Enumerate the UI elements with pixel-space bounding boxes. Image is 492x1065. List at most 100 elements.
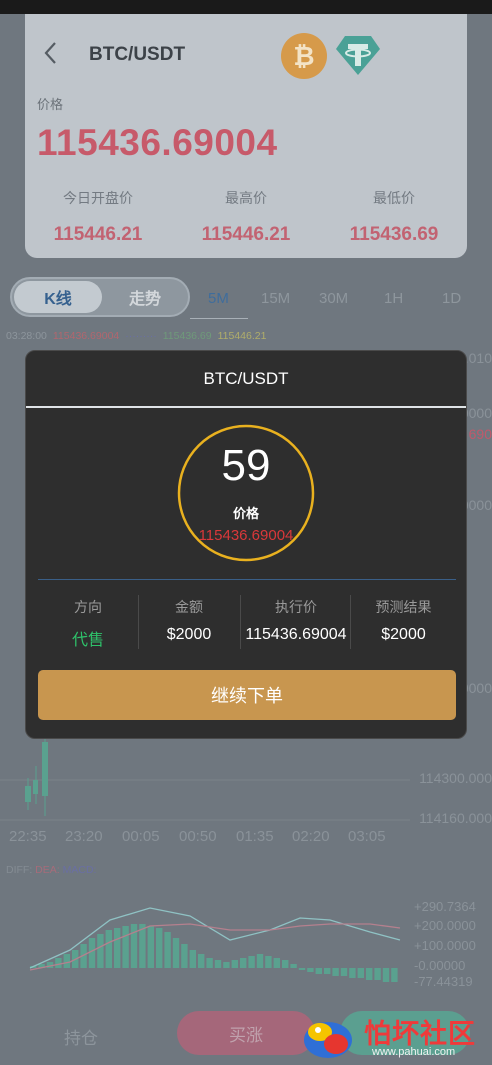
macd-bar xyxy=(357,968,364,978)
stat-high: 最高价 115446.21 xyxy=(171,188,321,246)
candle xyxy=(33,780,38,794)
macd-bar xyxy=(248,956,255,968)
macd-y-5: -77.44319 xyxy=(414,974,473,989)
result-label: 预测结果 xyxy=(375,599,432,615)
watermark: 怕坏社区 www.pahuai.com xyxy=(298,1010,492,1065)
current-price: 115436.69004 xyxy=(37,122,278,163)
modal-price: 115436.69004 xyxy=(198,527,294,544)
macd-bar xyxy=(315,968,322,974)
stat-open-label: 今日开盘价 xyxy=(63,190,133,206)
stat-high-value: 115446.21 xyxy=(201,224,291,245)
y-tick-1: .010 xyxy=(464,350,492,366)
macd-bar xyxy=(290,964,297,968)
legend-ma4: 115446.21 xyxy=(217,330,267,342)
stat-open-value: 115446.21 xyxy=(53,224,143,245)
col-amount: 金额 $2000 xyxy=(139,597,239,644)
modal-title: BTC/USDT xyxy=(203,369,289,388)
countdown-seconds: 59 xyxy=(221,441,271,490)
macd-bar xyxy=(181,944,188,968)
amount-label: 金额 xyxy=(175,599,203,615)
x-tick-3: 00:05 xyxy=(122,828,160,845)
macd-bar xyxy=(63,954,70,968)
exec-price-label: 执行价 xyxy=(275,599,317,615)
macd-bar xyxy=(55,958,62,968)
macd-y-1: +290.7364 xyxy=(414,899,476,914)
direction-label: 方向 xyxy=(74,599,102,615)
macd-y-2: +200.0000 xyxy=(414,918,476,933)
x-tick-5: 01:35 xyxy=(236,828,274,845)
y-tick-3: 690 xyxy=(468,426,492,442)
stat-low: 最低价 115436.69 xyxy=(319,188,469,246)
buy-up-button[interactable]: 买涨 xyxy=(177,1011,315,1055)
amount-value: $2000 xyxy=(166,626,212,643)
macd-bar xyxy=(307,968,314,972)
legend-ma3: 115436.69 xyxy=(162,330,212,342)
timeframe-underline xyxy=(190,318,248,319)
kline-chart xyxy=(0,738,410,821)
macd-bar xyxy=(374,968,381,980)
direction-value: 代售 xyxy=(71,632,104,649)
timeframe-5m[interactable]: 5M xyxy=(208,290,229,307)
col-exec-price: 执行价 115436.69004 xyxy=(241,597,351,644)
result-value: $2000 xyxy=(381,626,426,643)
macd-chart xyxy=(29,907,401,982)
modal-divider xyxy=(38,579,456,580)
candle xyxy=(42,742,48,796)
exec-price-value: 115436.69004 xyxy=(245,626,347,643)
market-header-card: BTC/USDT ₿ 价格 115436.69004 今日开盘价 115446.… xyxy=(25,14,467,258)
macd-bar xyxy=(265,956,272,968)
macd-bar xyxy=(164,932,171,968)
watermark-logo xyxy=(304,1022,352,1058)
modal-title-divider xyxy=(26,406,466,408)
macd-bar xyxy=(366,968,373,980)
col-result: 预测结果 $2000 xyxy=(351,597,456,644)
tab-kline[interactable]: K线 xyxy=(14,281,102,313)
macd-bar xyxy=(332,968,339,976)
timeframe-15m[interactable]: 15M xyxy=(261,290,290,307)
macd-bar xyxy=(240,958,247,968)
legend-ma2: ········· xyxy=(125,330,157,342)
diff-label: DIFF: xyxy=(6,864,33,876)
macd-bar xyxy=(382,968,390,982)
macd-bar xyxy=(172,938,180,968)
macd-label: MACD: xyxy=(62,864,97,876)
continue-order-button[interactable]: 继续下单 xyxy=(38,670,456,720)
status-bar xyxy=(0,0,492,14)
bitcoin-icon: ₿ xyxy=(281,33,327,79)
macd-bar xyxy=(114,928,121,968)
macd-bar xyxy=(122,926,129,968)
macd-bar xyxy=(340,968,348,976)
macd-bar xyxy=(105,930,112,968)
macd-bar xyxy=(198,954,205,968)
macd-bar xyxy=(391,968,398,982)
timeframe-30m[interactable]: 30M xyxy=(319,290,348,307)
macd-bar xyxy=(231,960,238,968)
candle xyxy=(25,786,31,802)
stat-low-value: 115436.69 xyxy=(349,224,439,245)
x-tick-1: 22:35 xyxy=(9,828,47,845)
order-result-modal: BTC/USDT 59 价格 115436.69004 方向 代售 金额 $20… xyxy=(25,350,467,739)
macd-bar xyxy=(349,968,356,978)
tether-icon xyxy=(336,36,380,75)
macd-bar xyxy=(256,954,264,968)
tab-trend[interactable]: 走势 xyxy=(104,281,186,313)
dea-label: DEA: xyxy=(35,864,60,876)
back-icon[interactable] xyxy=(39,38,63,68)
legend-ma1: 115436.69004 xyxy=(52,330,120,342)
macd-bar xyxy=(97,934,104,968)
stat-low-label: 最低价 xyxy=(373,190,415,206)
legend-time: 03:28:00 xyxy=(6,330,47,342)
x-tick-4: 00:50 xyxy=(179,828,217,845)
x-tick-6: 02:20 xyxy=(292,828,330,845)
macd-bar xyxy=(130,924,138,968)
macd-bar xyxy=(324,968,331,974)
timeframe-1h[interactable]: 1H xyxy=(384,290,403,307)
macd-bar xyxy=(273,958,280,968)
timeframe-1d[interactable]: 1D xyxy=(442,290,461,307)
holdings-button[interactable]: 持仓 xyxy=(64,1024,98,1049)
macd-bar xyxy=(88,938,96,968)
x-tick-2: 23:20 xyxy=(65,828,103,845)
kline-legend: 03:28:00 115436.69004 ········· 115436.69 11… xyxy=(6,330,272,342)
macd-bar xyxy=(189,950,196,968)
modal-price-label: 价格 xyxy=(232,506,259,521)
